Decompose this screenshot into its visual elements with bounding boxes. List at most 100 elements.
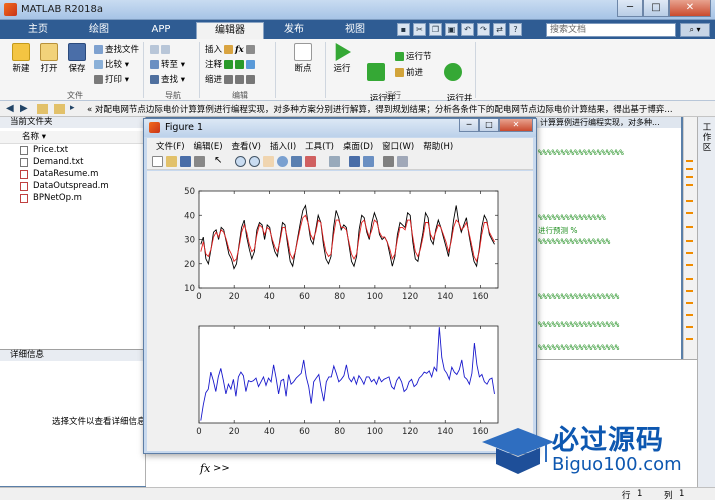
warning-marker[interactable] [686, 212, 693, 214]
warning-marker[interactable] [686, 278, 693, 280]
figure-menu-item[interactable]: 窗口(W) [382, 140, 414, 152]
indent-button[interactable]: 缩进 [205, 74, 222, 86]
warning-marker[interactable] [686, 200, 693, 202]
colorbar-icon[interactable] [349, 156, 360, 167]
warning-marker[interactable] [686, 184, 693, 186]
zoom-in-icon[interactable] [235, 156, 246, 167]
edit-icons-row1[interactable]: fx [224, 44, 257, 56]
warning-marker[interactable] [686, 168, 693, 170]
minimize-button[interactable]: ─ [617, 0, 643, 17]
run-button[interactable]: 运行 [327, 43, 357, 74]
fx-icon[interactable]: fx [200, 462, 210, 475]
run-section-button[interactable]: 运行节 [395, 51, 432, 63]
warning-marker[interactable] [686, 264, 693, 266]
data-cursor-icon[interactable] [291, 156, 302, 167]
warning-marker[interactable] [686, 160, 693, 162]
figure-close-button[interactable]: ✕ [499, 119, 533, 132]
open-button[interactable]: 打开 [34, 43, 64, 74]
save-figure-icon[interactable] [180, 156, 191, 167]
comment-button[interactable]: 注释 [205, 59, 222, 71]
file-item[interactable]: DataOutspread.m [0, 180, 145, 192]
tab-publish[interactable]: 发布 [268, 22, 320, 39]
close-button[interactable]: ✕ [669, 0, 711, 17]
save-quick-icon[interactable]: ▪ [397, 23, 410, 36]
undo-icon[interactable]: ↶ [461, 23, 474, 36]
figure-minimize-button[interactable]: ─ [459, 119, 479, 132]
hide-plot-tools-icon[interactable] [383, 156, 394, 167]
warning-marker[interactable] [686, 176, 693, 178]
file-item[interactable]: BPNetOp.m [0, 192, 145, 204]
warning-marker[interactable] [686, 326, 693, 328]
paste-icon[interactable]: ▣ [445, 23, 458, 36]
warning-marker[interactable] [686, 240, 693, 242]
search-input[interactable]: 搜索文档 [546, 23, 676, 37]
show-plot-tools-icon[interactable] [397, 156, 408, 167]
figure-menu-item[interactable]: 编辑(E) [194, 140, 223, 152]
print-button[interactable]: 打印 ▾ [94, 74, 129, 86]
tab-home[interactable]: 主页 [12, 22, 64, 39]
warning-marker[interactable] [686, 252, 693, 254]
warning-marker[interactable] [686, 302, 693, 304]
warning-marker[interactable] [686, 314, 693, 316]
insert-button[interactable]: 插入 [205, 44, 222, 56]
figure-menu-item[interactable]: 文件(F) [156, 140, 185, 152]
brush-icon[interactable] [305, 156, 316, 167]
goto-button[interactable]: 转至 ▾ [150, 59, 185, 71]
file-item[interactable]: Price.txt [0, 144, 145, 156]
tab-plots[interactable]: 绘图 [70, 22, 128, 39]
back-arrow-icon[interactable]: ◀ [6, 103, 14, 114]
tab-apps[interactable]: APP [132, 22, 190, 39]
new-button[interactable]: 新建 [6, 43, 36, 74]
warning-marker[interactable] [686, 338, 693, 340]
compare-button[interactable]: 比较 ▾ [94, 59, 129, 71]
warning-marker[interactable] [686, 226, 693, 228]
search-button[interactable]: ⌕ ▾ [680, 23, 710, 37]
path-dropdown-icon[interactable]: ▸ [70, 103, 75, 113]
rotate-icon[interactable] [277, 156, 288, 167]
save-button[interactable]: 保存 [62, 43, 92, 74]
find-button[interactable]: 查找 ▾ [150, 74, 185, 86]
editor-tab[interactable]: 计算算例进行编程实现，对多种... [536, 117, 681, 128]
open-file-icon[interactable] [166, 156, 177, 167]
figure-title-bar[interactable]: Figure 1 ─ □ ✕ [144, 119, 536, 137]
tab-view[interactable]: 视图 [326, 22, 384, 39]
advance-button[interactable]: 前进 [395, 67, 423, 79]
file-item[interactable]: Demand.txt [0, 156, 145, 168]
figure-menu-item[interactable]: 查看(V) [232, 140, 261, 152]
editor-scrollbar[interactable] [683, 117, 697, 359]
figure-menu-item[interactable]: 桌面(D) [343, 140, 373, 152]
figure-menu-item[interactable]: 帮助(H) [423, 140, 453, 152]
pan-icon[interactable] [263, 156, 274, 167]
figure-maximize-button[interactable]: □ [479, 119, 499, 132]
cut-icon[interactable]: ✂ [413, 23, 426, 36]
new-figure-icon[interactable] [152, 156, 163, 167]
switch-windows-icon[interactable]: ⇄ [493, 23, 506, 36]
print-figure-icon[interactable] [194, 156, 205, 167]
warning-marker[interactable] [686, 290, 693, 292]
zoom-out-icon[interactable] [249, 156, 260, 167]
redo-icon[interactable]: ↷ [477, 23, 490, 36]
figure-window[interactable]: Figure 1 ─ □ ✕ 文件(F) 编辑(E) 查看(V) 插入(I) 工具(T)… [143, 118, 537, 454]
copy-icon[interactable]: ❐ [429, 23, 442, 36]
find-files-button[interactable]: 查找文件 [94, 44, 139, 56]
name-column-header[interactable]: 名称 ▾ [0, 131, 145, 144]
figure-menu-item[interactable]: 工具(T) [305, 140, 334, 152]
edit-icons-row2[interactable] [224, 59, 257, 71]
legend-icon[interactable] [363, 156, 374, 167]
browse-folder-icon[interactable] [54, 104, 65, 114]
back-forward-buttons[interactable] [150, 44, 172, 56]
breakpoints-button[interactable]: 断点 [288, 43, 318, 74]
forward-arrow-icon[interactable]: ▶ [20, 103, 28, 114]
link-plot-icon[interactable] [329, 156, 340, 167]
file-item[interactable]: DataResume.m [0, 168, 145, 180]
edit-icons-row3[interactable] [224, 74, 257, 86]
maximize-button[interactable]: □ [643, 0, 669, 17]
current-path[interactable]: « 对配电网节点边际电价计算算例进行编程实现，对多种方案分别进行解算，得到规划结… [87, 103, 687, 115]
editor-panel[interactable]: 计算算例进行编程实现，对多种... %%%%%%%%%%%%%%%%%%% %%… [536, 117, 681, 359]
figure-canvas[interactable]: 0 20 40 60 80 100 120 140 160 10 20 30 40 50 0 20 40 60 80… [147, 171, 533, 451]
up-folder-icon[interactable] [37, 104, 48, 114]
help-icon[interactable]: ? [509, 23, 522, 36]
figure-menu-item[interactable]: 插入(I) [270, 140, 296, 152]
tab-editor[interactable]: 编辑器 [196, 22, 264, 39]
pointer-icon[interactable]: ↖ [214, 156, 225, 167]
